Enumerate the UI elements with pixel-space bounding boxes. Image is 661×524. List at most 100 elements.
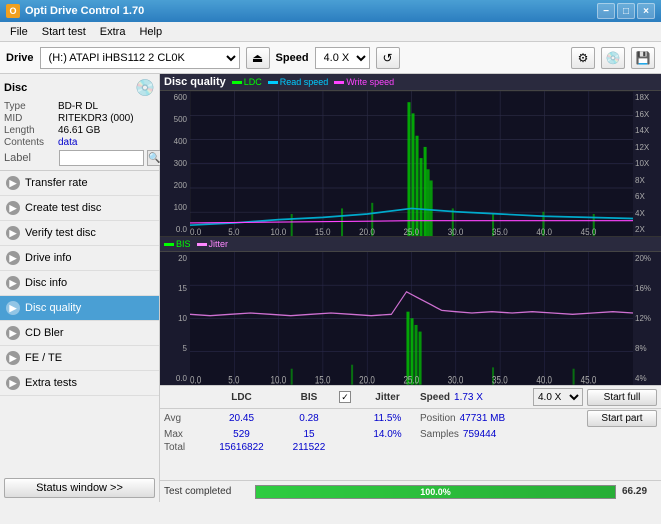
- bottom-chart-area: 20151050.0: [160, 252, 661, 385]
- bis-header: BIS: [279, 392, 339, 403]
- disc-length-row: Length 46.61 GB: [4, 125, 155, 136]
- sidebar-item-extra-tests[interactable]: ▶ Extra tests: [0, 371, 159, 396]
- toolbar: Drive (H:) ATAPI iHBS112 2 CL0K ⏏ Speed …: [0, 42, 661, 74]
- svg-text:30.0: 30.0: [448, 227, 464, 237]
- menu-help[interactable]: Help: [133, 24, 168, 40]
- speed-label: Speed: [420, 392, 450, 403]
- sidebar-item-label: Create test disc: [25, 202, 101, 214]
- label-input[interactable]: [59, 150, 144, 166]
- sidebar-item-verify-test-disc[interactable]: ▶ Verify test disc: [0, 221, 159, 246]
- legend-write-speed-color: [334, 81, 344, 84]
- type-value: BD-R DL: [58, 101, 98, 112]
- stats-panel: LDC BIS ✓ Jitter Speed 1.73 X 4.0 X Star…: [160, 385, 661, 480]
- label-label: Label: [4, 152, 56, 164]
- minimize-button[interactable]: −: [597, 3, 615, 19]
- speed-unit-select[interactable]: 4.0 X: [533, 388, 583, 406]
- svg-text:35.0: 35.0: [492, 374, 508, 385]
- settings-button[interactable]: ⚙: [571, 47, 595, 69]
- bottom-chart-svg: 0.0 5.0 10.0 15.0 20.0 25.0 30.0 35.0 40…: [190, 252, 633, 385]
- svg-text:20.0: 20.0: [359, 227, 375, 237]
- cd-bler-icon: ▶: [6, 326, 20, 340]
- svg-text:40.0: 40.0: [536, 227, 552, 237]
- max-label: Max: [164, 429, 204, 440]
- sidebar: Disc 💿 Type BD-R DL MID RITEKDR3 (000) L…: [0, 74, 160, 502]
- status-window-button[interactable]: Status window >>: [4, 478, 155, 498]
- menu-extra[interactable]: Extra: [94, 24, 132, 40]
- top-right-axis: 18X16X14X12X10X8X6X4X2X: [633, 91, 661, 236]
- sidebar-item-label: Disc info: [25, 277, 67, 289]
- max-bis: 15: [279, 429, 339, 440]
- ldc-header: LDC: [204, 392, 279, 403]
- svg-text:5.0: 5.0: [228, 227, 239, 237]
- total-label: Total: [164, 442, 204, 453]
- svg-text:20.0: 20.0: [359, 374, 375, 385]
- position-label: Position: [420, 413, 456, 424]
- start-part-button[interactable]: Start part: [587, 410, 657, 427]
- disc-mid-row: MID RITEKDR3 (000): [4, 113, 155, 124]
- refresh-button[interactable]: ↺: [376, 47, 400, 69]
- bottom-left-axis: 20151050.0: [160, 252, 190, 385]
- title-bar-left: O Opti Drive Control 1.70: [6, 4, 144, 18]
- samples-info: Samples 759444: [420, 429, 657, 440]
- svg-text:10.0: 10.0: [271, 227, 287, 237]
- sidebar-item-fe-te[interactable]: ▶ FE / TE: [0, 346, 159, 371]
- sidebar-item-disc-quality[interactable]: ▶ Disc quality: [0, 296, 159, 321]
- legend-ldc-label: LDC: [244, 77, 262, 87]
- avg-label: Avg: [164, 413, 204, 424]
- save-button[interactable]: 💾: [631, 47, 655, 69]
- sidebar-item-label: CD Bler: [25, 327, 64, 339]
- chart-top-title-bar: Disc quality LDC Read speed Write speed: [160, 74, 661, 91]
- menu-file[interactable]: File: [4, 24, 34, 40]
- svg-text:5.0: 5.0: [228, 374, 239, 385]
- jitter-checkbox[interactable]: ✓: [339, 391, 351, 403]
- max-jitter: 14.0%: [355, 429, 420, 440]
- start-full-button[interactable]: Start full: [587, 389, 657, 406]
- drive-select[interactable]: (H:) ATAPI iHBS112 2 CL0K: [40, 47, 240, 69]
- maximize-button[interactable]: □: [617, 3, 635, 19]
- svg-text:25.0: 25.0: [403, 227, 419, 237]
- sidebar-item-label: FE / TE: [25, 352, 62, 364]
- disc-header: Disc 💿: [4, 78, 155, 98]
- sidebar-item-label: Extra tests: [25, 377, 77, 389]
- close-button[interactable]: ×: [637, 3, 655, 19]
- start-part-btn-container: Start part: [587, 410, 657, 427]
- sidebar-item-label: Verify test disc: [25, 227, 96, 239]
- top-chart-svg: 0.0 5.0 10.0 15.0 20.0 25.0 30.0 35.0 40…: [190, 91, 633, 236]
- legend-bis-label: BIS: [176, 239, 191, 249]
- svg-text:0.0: 0.0: [190, 374, 201, 385]
- legend-ldc-color: [232, 81, 242, 84]
- disc-quality-icon: ▶: [6, 301, 20, 315]
- stats-data: Avg 20.45 0.28 11.5% Position 47731 MB S…: [160, 409, 661, 454]
- disc-button[interactable]: 💿: [601, 47, 625, 69]
- speed-value: 1.73 X: [454, 392, 483, 403]
- sidebar-item-cd-bler[interactable]: ▶ CD Bler: [0, 321, 159, 346]
- window-controls: − □ ×: [597, 3, 655, 19]
- total-ldc: 15616822: [204, 442, 279, 453]
- status-text: Test completed: [164, 486, 249, 497]
- avg-ldc: 20.45: [204, 413, 279, 424]
- sidebar-item-drive-info[interactable]: ▶ Drive info: [0, 246, 159, 271]
- sidebar-item-transfer-rate[interactable]: ▶ Transfer rate: [0, 171, 159, 196]
- speed-select[interactable]: 4.0 X: [315, 47, 370, 69]
- app-title: Opti Drive Control 1.70: [25, 5, 144, 17]
- legend-read-speed-color: [268, 81, 278, 84]
- menu-start-test[interactable]: Start test: [36, 24, 92, 40]
- svg-text:40.0: 40.0: [536, 374, 552, 385]
- svg-text:0.0: 0.0: [190, 227, 201, 237]
- sidebar-item-create-test-disc[interactable]: ▶ Create test disc: [0, 196, 159, 221]
- legend-jitter-color: [197, 243, 207, 246]
- eject-button[interactable]: ⏏: [246, 47, 270, 69]
- svg-text:45.0: 45.0: [581, 227, 597, 237]
- length-value: 46.61 GB: [58, 125, 100, 136]
- top-chart-area: 6005004003002001000.0: [160, 91, 661, 236]
- length-label: Length: [4, 125, 56, 136]
- svg-text:35.0: 35.0: [492, 227, 508, 237]
- drive-info-icon: ▶: [6, 251, 20, 265]
- sidebar-item-label: Disc quality: [25, 302, 81, 314]
- disc-icon: 💿: [135, 78, 155, 98]
- extra-tests-icon: ▶: [6, 376, 20, 390]
- position-value: 47731 MB: [460, 413, 506, 424]
- sidebar-item-disc-info[interactable]: ▶ Disc info: [0, 271, 159, 296]
- sidebar-item-label: Drive info: [25, 252, 71, 264]
- svg-text:10.0: 10.0: [271, 374, 287, 385]
